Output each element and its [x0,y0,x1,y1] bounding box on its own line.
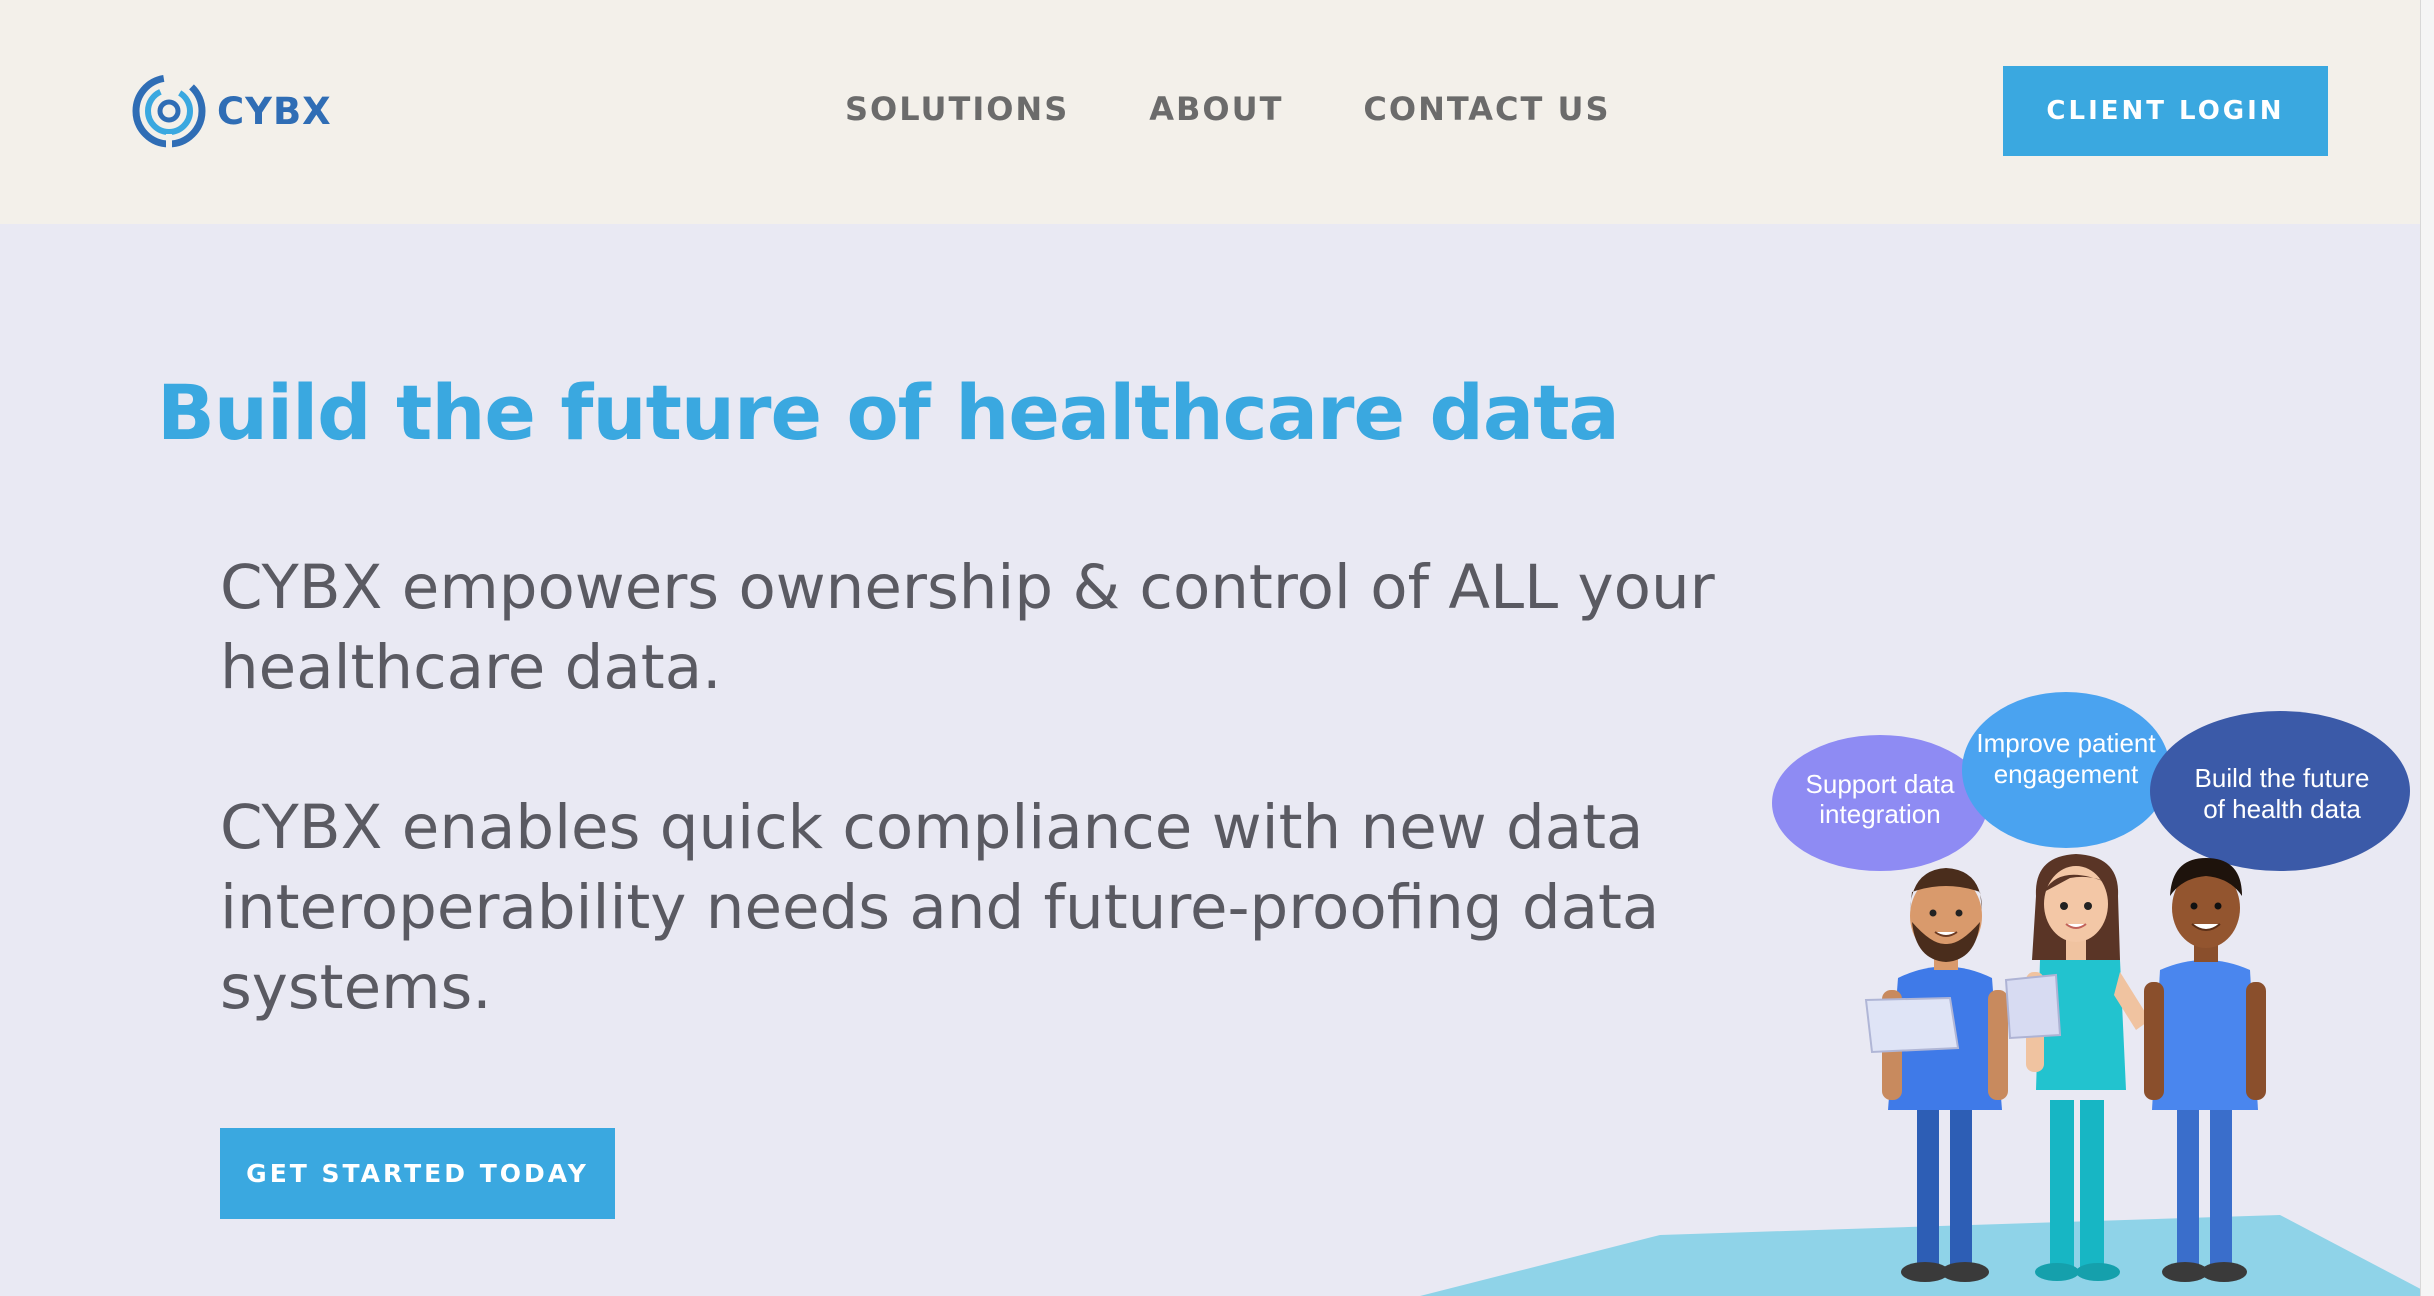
bubble-future-line2: of health data [2203,794,2361,824]
client-login-button[interactable]: CLIENT LOGIN [2003,66,2328,156]
window-scrollbar-edge[interactable] [2420,0,2434,1296]
clipboard-icon [1864,996,1960,1054]
bubble-patient-line1: Improve patient [1976,728,2156,758]
nav-about[interactable]: ABOUT [1149,90,1283,128]
bubble-future-line1: Build the future [2195,763,2370,793]
brand-logo[interactable]: CYBX [131,72,332,150]
nav-solutions[interactable]: SOLUTIONS [845,90,1069,128]
brand-name: CYBX [217,89,332,133]
cybx-logo-icon [132,74,206,148]
bubble-support-line1: Support data [1806,769,1955,799]
hero-title: Build the future of healthcare data [157,368,1620,457]
person-bearded-man [1864,868,2008,1282]
nav-contact-us[interactable]: CONTACT US [1363,90,1610,128]
main-nav: SOLUTIONS ABOUT CONTACT US [845,90,1610,128]
person-woman [2004,854,2150,1281]
bubble-support-line2: integration [1819,799,1940,829]
healthcare-team-illustration: Support data integration Improve patient… [1420,692,2434,1296]
bubble-patient-engagement: Improve patient engagement [1962,692,2170,848]
folder-icon [2004,973,2062,1040]
get-started-button[interactable]: GET STARTED TODAY [220,1128,615,1219]
bubble-support-data: Support data integration [1772,735,1988,871]
bubble-patient-line2: engagement [1994,759,2139,789]
bubble-future-health: Build the future of health data [2150,711,2410,871]
site-header: CYBX SOLUTIONS ABOUT CONTACT US CLIENT L… [0,0,2434,224]
